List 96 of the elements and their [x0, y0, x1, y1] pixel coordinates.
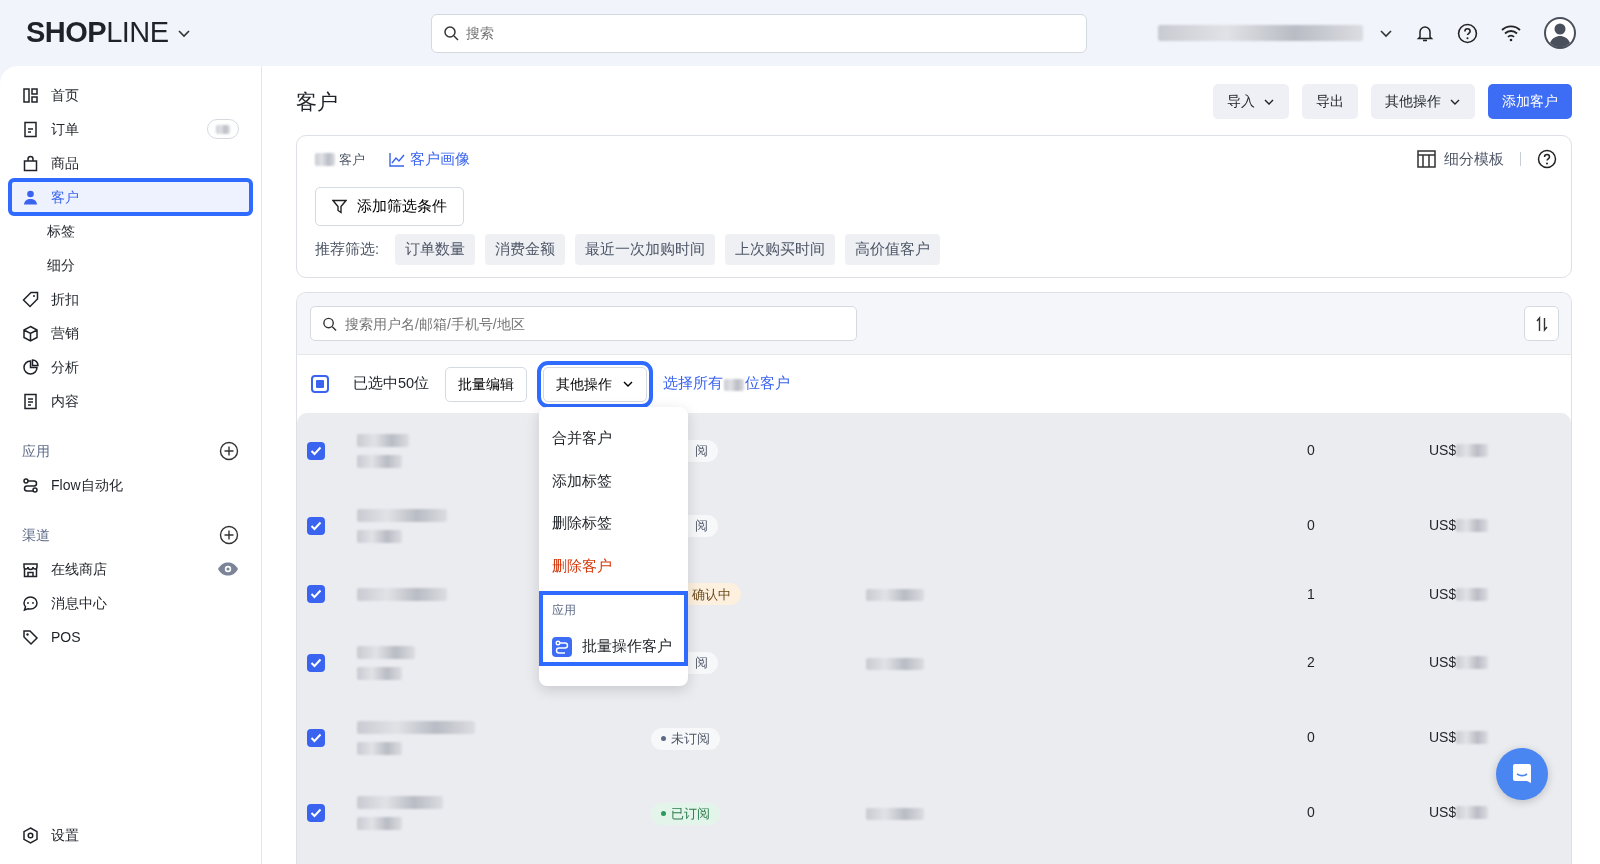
grid-icon: [22, 86, 39, 104]
filter-chip[interactable]: 消费金额: [485, 233, 566, 266]
filter-chip[interactable]: 最近一次加购时间: [575, 233, 716, 266]
orders-cell-text: 0: [1306, 516, 1316, 536]
sidebar-item[interactable]: Flow自动化: [10, 468, 251, 502]
spend-cell-text: US$: [1429, 803, 1457, 823]
section-label: 应用: [22, 441, 50, 461]
document-icon: [22, 120, 39, 138]
eye-icon[interactable]: [217, 562, 239, 576]
sidebar-subitem[interactable]: 细分: [10, 248, 251, 282]
sidebar-item[interactable]: 首页: [10, 78, 251, 112]
store-icon: [22, 560, 39, 578]
customer-count-label: 客户: [339, 150, 365, 169]
blurred-amount: [1456, 656, 1489, 670]
blurred-amount: [1456, 444, 1489, 458]
row-checkbox[interactable]: [307, 441, 325, 460]
status-badge: 已订阅: [651, 802, 720, 825]
line-chart-icon: [389, 151, 405, 167]
blurred-count: [315, 152, 335, 166]
help-icon[interactable]: [1457, 22, 1478, 44]
segment-template-link[interactable]: 细分模板: [1417, 148, 1504, 171]
bell-icon[interactable]: [1415, 23, 1435, 43]
page-title: 客户: [296, 88, 338, 115]
add-customer-button[interactable]: 添加客户: [1488, 84, 1572, 119]
spend-cell-text: US$: [1429, 584, 1457, 604]
sidebar-item[interactable]: 客户: [10, 180, 251, 214]
tag-icon: [22, 290, 39, 308]
sidebar-item[interactable]: POS: [10, 620, 251, 654]
blurred-amount: [1456, 519, 1489, 533]
hexagon-gear-icon: [22, 826, 39, 844]
sidebar-item[interactable]: 消息中心: [10, 586, 251, 620]
cube-icon: [22, 324, 39, 342]
chat-icon: [22, 594, 39, 612]
status-badge: 未订阅: [651, 727, 720, 750]
flow-app-icon: [552, 636, 572, 657]
orders-cell-text: 0: [1306, 728, 1316, 748]
row-checkbox[interactable]: [307, 803, 325, 822]
orders-cell-text: 2: [1306, 653, 1316, 673]
filter-chip[interactable]: 订单数量: [395, 233, 476, 266]
spend-cell-text: US$: [1429, 728, 1457, 748]
orders-cell-text: 0: [1306, 803, 1316, 823]
select-all-link[interactable]: 选择所有 位客户: [663, 373, 791, 396]
help-icon[interactable]: [1537, 149, 1557, 170]
bag-icon: [22, 154, 39, 172]
avatar-icon[interactable]: [1544, 17, 1576, 49]
spend-cell-text: US$: [1429, 516, 1457, 536]
row-checkbox[interactable]: [307, 516, 325, 535]
blurred-amount: [1456, 731, 1489, 745]
add-icon[interactable]: [219, 441, 239, 461]
wifi-icon[interactable]: [1500, 24, 1522, 42]
blurred-amount: [1456, 806, 1489, 820]
sort-button[interactable]: [1524, 306, 1559, 342]
shopline-logo[interactable]: SHOPLINE: [26, 11, 169, 55]
search-field[interactable]: 搜索: [430, 13, 1087, 53]
add-filter-button[interactable]: 添加筛选条件: [315, 186, 464, 226]
selected-count: 已选中50位: [353, 374, 430, 394]
orders-cell-text: 0: [1306, 441, 1316, 461]
customer-portrait-link[interactable]: 客户画像: [389, 148, 470, 171]
sidebar-item[interactable]: 折扣: [10, 282, 251, 316]
layout-icon: [1417, 150, 1436, 169]
flow-icon: [22, 476, 39, 494]
sort-icon: [1533, 315, 1550, 332]
sidebar-item[interactable]: 订单: [10, 112, 251, 146]
sidebar-item[interactable]: 营销: [10, 316, 251, 350]
action-button[interactable]: 其他操作: [1371, 84, 1475, 119]
document-icon: [22, 392, 39, 410]
row-checkbox[interactable]: [307, 728, 325, 747]
pie-chart-icon: [22, 358, 39, 376]
sidebar-item[interactable]: 在线商店: [10, 552, 251, 586]
spend-cell-text: US$: [1429, 441, 1457, 461]
menu-item[interactable]: 添加标签: [539, 459, 688, 503]
person-icon: [22, 188, 39, 206]
row-checkbox[interactable]: [307, 653, 325, 672]
add-icon[interactable]: [219, 525, 239, 545]
spend-cell-text: US$: [1429, 653, 1457, 673]
bulk-edit-button[interactable]: 批量编辑: [445, 366, 528, 402]
orders-cell-text: 1: [1306, 584, 1316, 604]
recommend-label: 推荐筛选:: [315, 239, 380, 259]
customer-search-field[interactable]: 搜索用户名/邮箱/手机号/地区: [310, 306, 857, 342]
sidebar-item[interactable]: 商品: [10, 146, 251, 180]
sidebar-subitem[interactable]: 标签: [10, 214, 251, 248]
action-button[interactable]: 导入: [1213, 84, 1289, 119]
action-button[interactable]: 导出: [1302, 84, 1358, 119]
section-label: 应用: [551, 602, 577, 620]
chat-icon: [1510, 762, 1534, 786]
row-checkbox[interactable]: [307, 585, 325, 604]
section-label: 渠道: [22, 525, 50, 545]
blurred-amount: [1456, 587, 1489, 601]
select-all-checkbox[interactable]: [311, 375, 329, 394]
sidebar-item[interactable]: 分析: [10, 350, 251, 384]
filter-chip[interactable]: 高价值客户: [845, 233, 941, 266]
filter-chip[interactable]: 上次购买时间: [725, 233, 836, 266]
sidebar-item[interactable]: 内容: [10, 384, 251, 418]
sidebar-item[interactable]: 设置: [10, 818, 251, 852]
filter-icon: [332, 198, 347, 214]
price-tag-icon: [22, 628, 39, 646]
